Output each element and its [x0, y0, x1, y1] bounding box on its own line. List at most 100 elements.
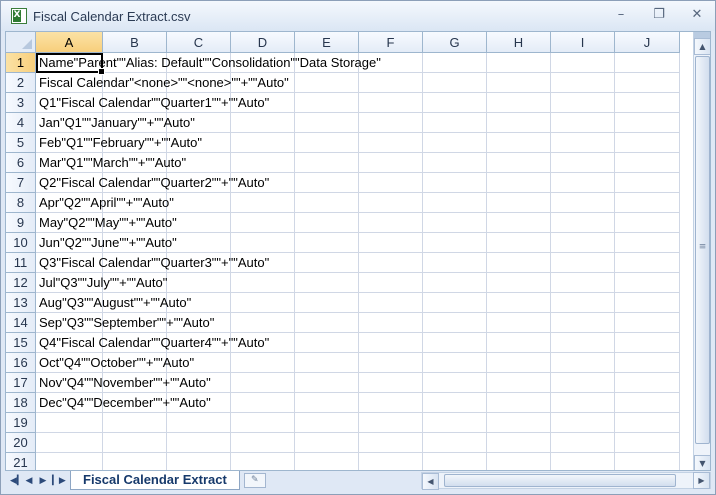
- cell-i3[interactable]: [551, 93, 615, 113]
- column-header-f[interactable]: F: [359, 32, 423, 53]
- cell-c12[interactable]: [167, 273, 231, 293]
- cell-e8[interactable]: [295, 193, 359, 213]
- cell-h20[interactable]: [487, 433, 551, 453]
- row-header[interactable]: 15: [6, 333, 36, 353]
- cell-i19[interactable]: [551, 413, 615, 433]
- column-header-h[interactable]: H: [487, 32, 551, 53]
- excel-app-icon[interactable]: [11, 8, 27, 24]
- cell-g18[interactable]: [423, 393, 487, 413]
- row-header[interactable]: 20: [6, 433, 36, 453]
- cell-g2[interactable]: [423, 73, 487, 93]
- cell-e9[interactable]: [295, 213, 359, 233]
- cell-d10[interactable]: [231, 233, 295, 253]
- cell-e10[interactable]: [295, 233, 359, 253]
- cell-e11[interactable]: [295, 253, 359, 273]
- cell-f15[interactable]: [359, 333, 423, 353]
- cell-a20[interactable]: [36, 433, 103, 453]
- cell-j9[interactable]: [615, 213, 680, 233]
- cell-f17[interactable]: [359, 373, 423, 393]
- cell-d20[interactable]: [231, 433, 295, 453]
- cell-d21[interactable]: [231, 453, 295, 470]
- column-header-a[interactable]: A: [36, 32, 103, 53]
- cell-j14[interactable]: [615, 313, 680, 333]
- cell-g21[interactable]: [423, 453, 487, 470]
- cell-h9[interactable]: [487, 213, 551, 233]
- cell-g8[interactable]: [423, 193, 487, 213]
- cell-g9[interactable]: [423, 213, 487, 233]
- cell-f12[interactable]: [359, 273, 423, 293]
- cell-d13[interactable]: [231, 293, 295, 313]
- cell-g12[interactable]: [423, 273, 487, 293]
- cell-e14[interactable]: [295, 313, 359, 333]
- cell-j12[interactable]: [615, 273, 680, 293]
- cell-j15[interactable]: [615, 333, 680, 353]
- cell-e6[interactable]: [295, 153, 359, 173]
- cell-i15[interactable]: [551, 333, 615, 353]
- cell-j1[interactable]: [615, 53, 680, 73]
- cell-f11[interactable]: [359, 253, 423, 273]
- cell-h10[interactable]: [487, 233, 551, 253]
- cell-c19[interactable]: [167, 413, 231, 433]
- cell-j21[interactable]: [615, 453, 680, 470]
- cell-e7[interactable]: [295, 173, 359, 193]
- cell-h4[interactable]: [487, 113, 551, 133]
- row-header[interactable]: 4: [6, 113, 36, 133]
- prev-sheet-icon[interactable]: ◀: [24, 476, 34, 486]
- cell-g14[interactable]: [423, 313, 487, 333]
- cell-a19[interactable]: [36, 413, 103, 433]
- cell-d8[interactable]: [231, 193, 295, 213]
- cell-c8[interactable]: [167, 193, 231, 213]
- cell-b19[interactable]: [103, 413, 167, 433]
- cell-j2[interactable]: [615, 73, 680, 93]
- column-header-d[interactable]: D: [231, 32, 295, 53]
- cell-j18[interactable]: [615, 393, 680, 413]
- horizontal-scrollbar[interactable]: ◀ ▶: [421, 472, 711, 490]
- cell-g3[interactable]: [423, 93, 487, 113]
- insert-sheet-icon[interactable]: ✎: [243, 473, 266, 488]
- cell-d16[interactable]: [231, 353, 295, 373]
- cell-d5[interactable]: [231, 133, 295, 153]
- cell-f10[interactable]: [359, 233, 423, 253]
- sheet-tab[interactable]: Fiscal Calendar Extract: [70, 471, 240, 490]
- row-header[interactable]: 3: [6, 93, 36, 113]
- cell-e18[interactable]: [295, 393, 359, 413]
- cell-j10[interactable]: [615, 233, 680, 253]
- cell-d18[interactable]: [231, 393, 295, 413]
- column-header-e[interactable]: E: [295, 32, 359, 53]
- cell-g15[interactable]: [423, 333, 487, 353]
- cell-e19[interactable]: [295, 413, 359, 433]
- cell-f2[interactable]: [359, 73, 423, 93]
- cell-h21[interactable]: [487, 453, 551, 470]
- select-all-button[interactable]: [6, 32, 36, 53]
- cell-i21[interactable]: [551, 453, 615, 470]
- cell-i9[interactable]: [551, 213, 615, 233]
- cell-j7[interactable]: [615, 173, 680, 193]
- cell-h18[interactable]: [487, 393, 551, 413]
- vertical-scrollbar[interactable]: ▲ ▼: [693, 32, 710, 470]
- cell-j20[interactable]: [615, 433, 680, 453]
- cell-f8[interactable]: [359, 193, 423, 213]
- cell-i20[interactable]: [551, 433, 615, 453]
- cell-j5[interactable]: [615, 133, 680, 153]
- cell-i2[interactable]: [551, 73, 615, 93]
- cell-i10[interactable]: [551, 233, 615, 253]
- column-header-b[interactable]: B: [103, 32, 167, 53]
- row-header[interactable]: 19: [6, 413, 36, 433]
- cell-d4[interactable]: [231, 113, 295, 133]
- cell-d9[interactable]: [231, 213, 295, 233]
- cell-h11[interactable]: [487, 253, 551, 273]
- cell-h8[interactable]: [487, 193, 551, 213]
- cell-h12[interactable]: [487, 273, 551, 293]
- row-header[interactable]: 12: [6, 273, 36, 293]
- first-sheet-icon[interactable]: ◀▎: [10, 476, 24, 486]
- cell-d12[interactable]: [231, 273, 295, 293]
- cell-h17[interactable]: [487, 373, 551, 393]
- column-header-i[interactable]: I: [551, 32, 615, 53]
- cell-g10[interactable]: [423, 233, 487, 253]
- cell-h16[interactable]: [487, 353, 551, 373]
- cell-f19[interactable]: [359, 413, 423, 433]
- cell-h13[interactable]: [487, 293, 551, 313]
- cell-i8[interactable]: [551, 193, 615, 213]
- cell-i13[interactable]: [551, 293, 615, 313]
- row-header[interactable]: 21: [6, 453, 36, 470]
